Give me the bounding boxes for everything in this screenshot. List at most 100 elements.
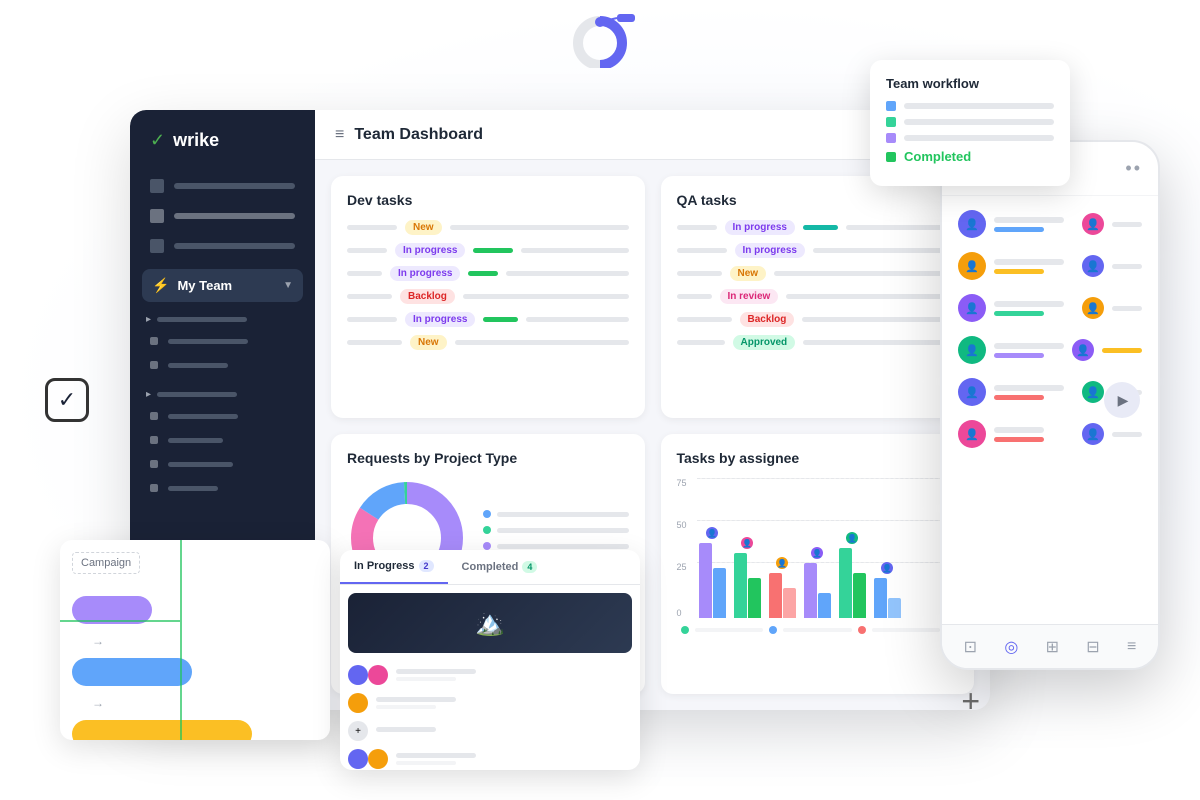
sub-icon-4 <box>150 436 158 444</box>
sidebar-sub-6[interactable] <box>130 476 315 500</box>
svg-text:38%: 38% <box>412 515 430 525</box>
status-badge: Approved <box>733 335 796 350</box>
bar-chart-area: 75 50 25 0 👤 <box>677 478 959 618</box>
requests-title: Requests by Project Type <box>347 450 629 466</box>
mobile-name-line <box>994 259 1064 265</box>
app-name: wrike <box>173 130 219 151</box>
flow-step-3 <box>72 720 318 740</box>
mobile-list-item[interactable]: 👤 👤 <box>950 414 1150 454</box>
task-detail-line <box>396 761 456 765</box>
sidebar-item-grid[interactable] <box>130 201 315 231</box>
qa-tasks-title: QA tasks <box>677 192 959 208</box>
workflow-line <box>904 119 1054 125</box>
mobile-list-item[interactable]: 👤 👤 <box>950 330 1150 370</box>
mobile-item-info <box>994 343 1064 358</box>
my-team-button[interactable]: ⚡ My Team ▼ <box>142 269 303 302</box>
mobile-right-line <box>1112 264 1142 269</box>
bar-group: 👤 <box>874 562 901 618</box>
chart-bottom-row <box>677 626 959 634</box>
bottom-task-item[interactable]: + <box>348 717 632 745</box>
mobile-list-item[interactable]: 👤 👤 <box>950 246 1150 286</box>
mobile-avatar: 👤 <box>958 420 986 448</box>
task-detail-line <box>396 677 456 681</box>
sidebar-expand-item: ▸ <box>130 310 315 329</box>
mobile-nav-people-icon[interactable]: ◎ <box>1004 637 1018 657</box>
task-avatar <box>348 749 368 769</box>
legend-item <box>483 506 629 522</box>
menu-icon[interactable]: ≡ <box>335 126 344 144</box>
sidebar-item-label <box>174 243 295 249</box>
mobile-status-line <box>994 395 1044 400</box>
status-badge: In progress <box>390 266 460 281</box>
sidebar-sub-1[interactable] <box>130 329 315 353</box>
add-avatar-icon[interactable]: + <box>348 721 368 741</box>
workflow-row <box>886 117 1054 127</box>
wrike-check-icon: ✓ <box>150 130 165 151</box>
sidebar-item-folder[interactable] <box>130 231 315 261</box>
task-name-line <box>396 753 476 758</box>
flow-step-2 <box>72 658 318 686</box>
bottom-task-item[interactable] <box>348 689 632 717</box>
arrow-icon: → <box>72 634 104 648</box>
qa-tasks-card: QA tasks In progress In progress New <box>661 176 975 418</box>
mobile-avatar: 👤 <box>958 378 986 406</box>
sub-icon-5 <box>150 460 158 468</box>
status-badge: In progress <box>725 220 795 235</box>
dev-tasks-card: Dev tasks New In progress In progress <box>331 176 645 418</box>
status-badge: New <box>405 220 442 235</box>
sidebar-item-home[interactable] <box>130 171 315 201</box>
mobile-options-icon[interactable]: •• <box>1125 158 1142 179</box>
mobile-name-line <box>994 343 1064 349</box>
mobile-status-line <box>994 269 1044 274</box>
in-progress-tab[interactable]: In Progress 2 <box>340 550 448 584</box>
mobile-item-info <box>994 301 1074 316</box>
lightning-icon: ⚡ <box>152 277 169 294</box>
sidebar-sub-label <box>168 414 238 419</box>
mobile-nav-folder-icon[interactable]: ⊟ <box>1086 637 1099 657</box>
mobile-nav-menu-icon[interactable]: ≡ <box>1127 638 1136 656</box>
mobile-item-info <box>994 427 1074 442</box>
sidebar-sub-2[interactable] <box>130 353 315 377</box>
sidebar-sub-5[interactable] <box>130 452 315 476</box>
status-badge: In review <box>720 289 779 304</box>
plus-icon: + <box>961 683 980 720</box>
mobile-item-info <box>994 217 1074 232</box>
bottom-task-item[interactable] <box>348 661 632 689</box>
task-row: In progress <box>347 312 629 327</box>
y-label: 75 <box>677 478 687 488</box>
task-row: In progress <box>677 220 959 235</box>
in-progress-badge: 2 <box>419 560 434 572</box>
mobile-status-line <box>994 227 1044 232</box>
tasks-assignee-card: Tasks by assignee 75 50 25 0 👤 <box>661 434 975 694</box>
folder-icon <box>150 239 164 253</box>
mobile-list-item[interactable]: 👤 👤 <box>950 204 1150 244</box>
mobile-list-item[interactable]: 👤 👤 <box>950 288 1150 328</box>
bar-group: 👤 <box>699 527 726 618</box>
sub-icon-1 <box>150 337 158 345</box>
mobile-list: 👤 👤 👤 👤 👤 👤 <box>942 196 1158 464</box>
task-row: In progress <box>347 243 629 258</box>
mobile-status-line <box>994 311 1044 316</box>
bar-group: 👤 <box>769 557 796 618</box>
y-label: 50 <box>677 520 687 530</box>
legend-dot <box>483 526 491 534</box>
sidebar-sub-4[interactable] <box>130 428 315 452</box>
workflow-line <box>904 103 1054 109</box>
play-button[interactable]: ▶ <box>1104 382 1140 418</box>
mobile-nav-tasks-icon[interactable]: ⊡ <box>964 637 977 657</box>
sidebar-sub-label <box>168 462 233 467</box>
grid-icon <box>150 209 164 223</box>
bar-group: 👤 <box>804 547 831 618</box>
bottom-tasks-card: In Progress 2 Completed 4 🏔️ <box>340 550 640 770</box>
arrow-icon: → <box>72 696 104 710</box>
completed-tab[interactable]: Completed 4 <box>448 550 552 584</box>
campaign-card: Campaign → → <box>60 540 330 740</box>
dot <box>769 626 777 634</box>
task-row: New <box>347 220 629 235</box>
flow-arrow-2: → <box>72 696 318 710</box>
sidebar-sub-3[interactable] <box>130 404 315 428</box>
sidebar-sub-label <box>168 363 228 368</box>
dot <box>681 626 689 634</box>
mobile-nav-grid-icon[interactable]: ⊞ <box>1046 637 1059 657</box>
bottom-task-item[interactable] <box>348 745 632 770</box>
